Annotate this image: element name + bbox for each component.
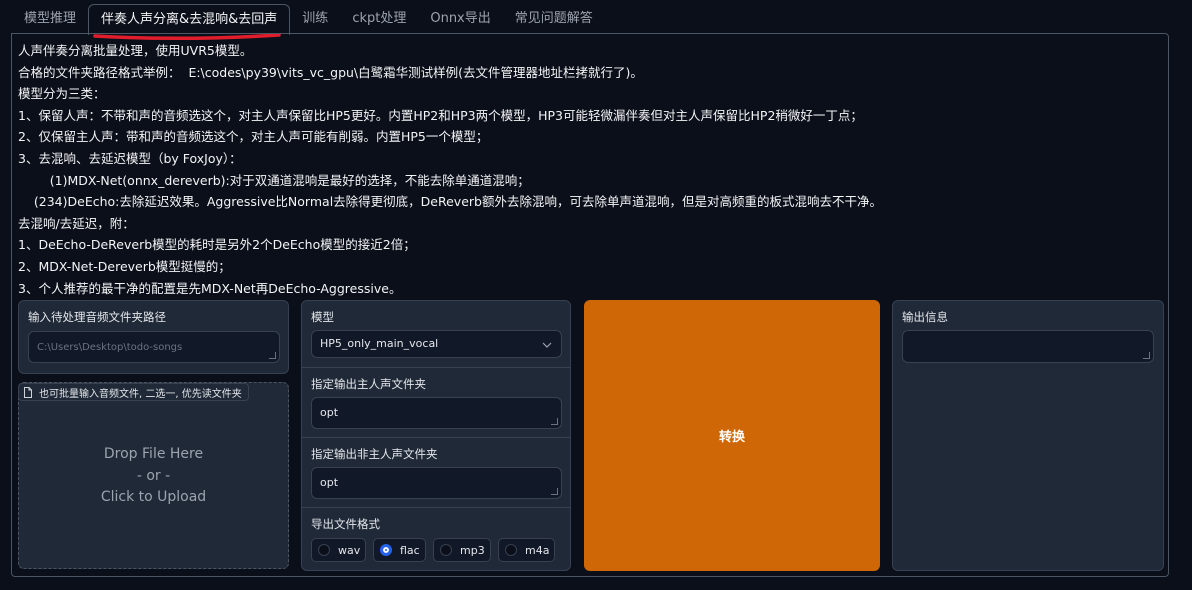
description-line: 去混响/去延迟，附： [18, 215, 135, 231]
format-option-mp3[interactable]: mp3 [433, 538, 491, 562]
description-line: 2、MDX-Net-Dereverb模型挺慢的； [18, 258, 231, 274]
instrumental-dir-label: 指定输出非主人声文件夹 [311, 447, 438, 461]
description-line: 合格的文件夹路径格式举例： E:\codes\py39\vits_vc_gpu\… [18, 64, 643, 80]
upload-label-text: 也可批量输入音频文件, 二选一, 优先读文件夹 [39, 388, 242, 400]
tab-bar: 模型推理 伴奏人声分离&去混响&去回声 训练 ckpt处理 Onnx导出 常见问… [12, 4, 605, 35]
resize-handle[interactable] [1143, 352, 1150, 359]
format-option-label: flac [400, 543, 420, 557]
tab-faq[interactable]: 常见问题解答 [503, 4, 605, 33]
format-option-flac[interactable]: flac [373, 538, 426, 562]
format-label: 导出文件格式 [311, 517, 380, 531]
drop-file-text: Drop File Here [103, 446, 204, 462]
description-line: (234)DeEcho:去除延迟效果。Aggressive比Normal去除得更… [18, 194, 882, 210]
divider [302, 507, 570, 508]
description-line: 3、个人推荐的最干净的配置是先MDX-Net再DeEcho-Aggressive… [18, 280, 402, 296]
drop-or-text: - or - [136, 468, 171, 484]
tab-model-inference[interactable]: 模型推理 [12, 4, 88, 33]
format-option-wav[interactable]: wav [311, 538, 366, 562]
input-dir-field[interactable]: C:\Users\Desktop\todo-songs [28, 331, 280, 363]
resize-handle[interactable] [551, 418, 558, 425]
description-line: 1、DeEcho-DeReverb模型的耗时是另外2个DeEcho模型的接近2倍… [18, 237, 416, 253]
format-option-label: mp3 [460, 543, 485, 557]
output-label: 输出信息 [902, 310, 948, 324]
model-dropdown[interactable]: HP5_only_main_vocal [311, 330, 562, 358]
tab-onnx-export[interactable]: Onnx导出 [418, 4, 502, 33]
tab-vocal-separation[interactable]: 伴奏人声分离&去混响&去回声 [88, 4, 291, 35]
input-dir-block: 输入待处理音频文件夹路径 C:\Users\Desktop\todo-songs [18, 300, 289, 374]
resize-handle[interactable] [269, 352, 276, 359]
instrumental-dir-field[interactable]: opt [311, 467, 562, 499]
resize-handle[interactable] [551, 488, 558, 495]
description-line: 1、保留人声：不带和声的音频选这个，对主人声保留比HP5更好。内置HP2和HP3… [18, 107, 863, 123]
model-value: HP5_only_main_vocal [320, 337, 439, 350]
description-line: 模型分为三类： [18, 86, 106, 102]
convert-button[interactable]: 转换 [584, 300, 880, 571]
description-line: 人声伴奏分离批量处理，使用UVR5模型。 [18, 43, 253, 58]
tab-training[interactable]: 训练 [290, 4, 340, 33]
vocal-dir-field[interactable]: opt [311, 397, 562, 429]
description: 人声伴奏分离批量处理，使用UVR5模型。 合格的文件夹路径格式举例： E:\co… [18, 40, 1168, 299]
radio-dot [505, 544, 517, 556]
file-icon [24, 386, 32, 398]
output-field[interactable] [902, 330, 1154, 363]
settings-block: 模型 HP5_only_main_vocal 指定输出主人声文件夹 opt 指定… [301, 300, 571, 571]
format-option-m4a[interactable]: m4a [498, 538, 555, 562]
model-label: 模型 [311, 310, 334, 324]
format-option-label: m4a [525, 543, 550, 557]
convert-label: 转换 [718, 430, 745, 445]
divider [302, 367, 570, 368]
radio-dot-selected [380, 544, 392, 556]
description-line: 3、去混响、去延迟模型（by FoxJoy）： [18, 150, 242, 166]
radio-dot [318, 544, 330, 556]
radio-dot [440, 544, 452, 556]
vocal-dir-label: 指定输出主人声文件夹 [311, 377, 426, 391]
description-line: (1)MDX-Net(onnx_dereverb):对于双通道混响是最好的选择，… [18, 172, 530, 188]
chevron-down-icon [542, 342, 552, 348]
output-block: 输出信息 [892, 300, 1164, 571]
format-option-label: wav [338, 543, 361, 557]
tab-ckpt[interactable]: ckpt处理 [340, 4, 418, 33]
input-dir-label: 输入待处理音频文件夹路径 [28, 310, 166, 324]
description-line: 2、仅保留主人声：带和声的音频选这个，对主人声可能有削弱。内置HP5一个模型； [18, 129, 489, 145]
instrumental-dir-value: opt [320, 476, 339, 489]
input-dir-placeholder: C:\Users\Desktop\todo-songs [37, 342, 183, 353]
divider [302, 437, 570, 438]
vocal-dir-value: opt [320, 406, 339, 419]
upload-label: 也可批量输入音频文件, 二选一, 优先读文件夹 [18, 383, 249, 401]
click-to-upload-text: Click to Upload [100, 489, 207, 505]
